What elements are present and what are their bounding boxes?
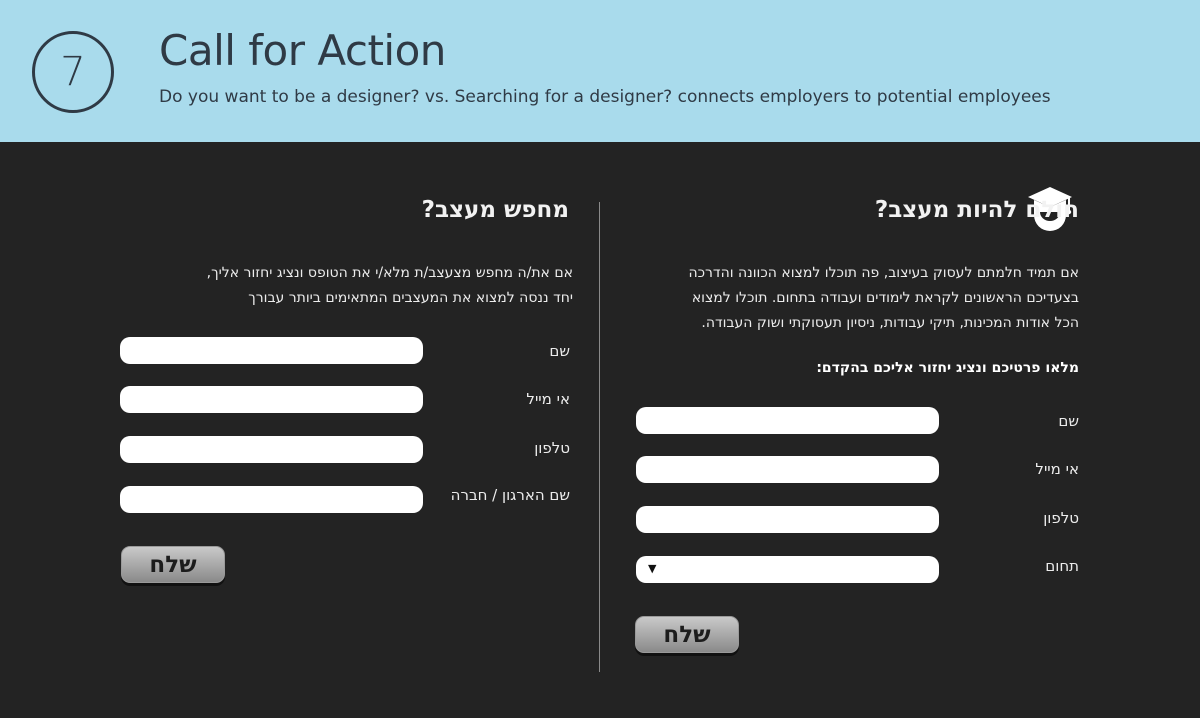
page-subtitle: Do you want to be a designer? vs. Search…: [159, 87, 1051, 107]
designer-description: אם תמיד חלמתם לעסוק בעיצוב, פה תוכלו למצ…: [688, 261, 1079, 336]
column-divider: [599, 202, 600, 672]
designer-form-heading: מלאו פרטיכם ונציג יחזור אליכם בהקדם:: [816, 360, 1079, 376]
employer-phone-label: טלפון: [534, 439, 570, 457]
employer-phone-input[interactable]: [120, 436, 423, 463]
designer-name-label: שם: [1058, 412, 1079, 430]
chevron-down-icon: ▼: [648, 562, 657, 575]
designer-name-input[interactable]: [636, 407, 939, 434]
designer-email-label: אי מייל: [1035, 460, 1079, 478]
employer-description-line: אם את/ה מחפש מצעצב/ת מלא/י את הטופס ונצי…: [206, 265, 573, 281]
employer-name-input[interactable]: [120, 337, 423, 364]
designer-field-select[interactable]: ▼: [636, 556, 939, 583]
employer-column-title: מחפש מעצב?: [421, 197, 569, 223]
page-title: Call for Action: [159, 26, 446, 75]
employer-company-label: שם הארגון / חברה: [450, 486, 570, 504]
employer-email-label: אי מייל: [526, 390, 570, 408]
employer-name-label: שם: [549, 342, 570, 360]
header-banner: 7 Call for Action Do you want to be a de…: [0, 0, 1200, 142]
designer-phone-label: טלפון: [1043, 509, 1079, 527]
employer-email-input[interactable]: [120, 386, 423, 413]
designer-phone-input[interactable]: [636, 506, 939, 533]
designer-description-line: בצעדיכם הראשונים לקראת לימודים ועבודה בת…: [691, 290, 1079, 306]
designer-field-label: תחום: [1045, 557, 1079, 575]
designer-send-button[interactable]: שלח: [635, 616, 739, 653]
employer-company-input[interactable]: [120, 486, 423, 513]
employer-send-button[interactable]: שלח: [121, 546, 225, 583]
step-number-badge: 7: [32, 31, 114, 113]
designer-description-line: אם תמיד חלמתם לעסוק בעיצוב, פה תוכלו למצ…: [688, 265, 1079, 281]
designer-column-title: חולם להיות מעצב?: [874, 197, 1079, 223]
employer-description: אם את/ה מחפש מצעצב/ת מלא/י את הטופס ונצי…: [207, 261, 573, 311]
designer-description-line: הכל אודות המכינות, תיקי עבודות, ניסיון ת…: [701, 315, 1079, 331]
employer-description-line: יחד ננסה למצוא את המעצבים המתאימים ביותר…: [248, 290, 573, 306]
designer-email-input[interactable]: [636, 456, 939, 483]
